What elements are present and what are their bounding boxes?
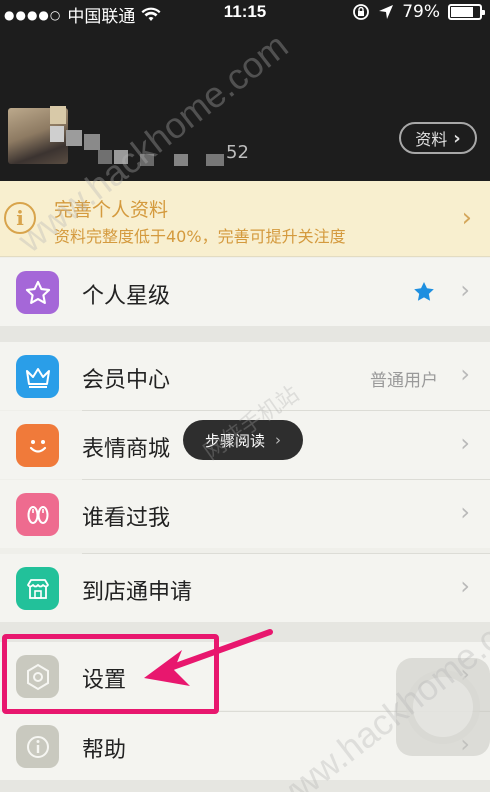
- blue-star-icon: [414, 282, 434, 301]
- profile-details-button[interactable]: 资料 ›: [399, 122, 477, 154]
- chevron-right-icon: ›: [460, 360, 470, 388]
- chevron-right-icon: ›: [460, 276, 470, 304]
- user-id-suffix: 52: [226, 142, 249, 163]
- menu-label: 帮助: [82, 738, 127, 763]
- location-arrow-icon: [379, 5, 394, 19]
- crown-icon: [16, 355, 59, 398]
- notice-subtitle: 资料完整度低于40%，完善可提升关注度: [54, 227, 346, 246]
- footprint-icon: [16, 493, 59, 536]
- notice-title: 完善个人资料: [54, 199, 169, 221]
- assistive-touch-button[interactable]: [396, 658, 490, 756]
- info-circle-icon: [16, 725, 59, 768]
- chevron-right-icon: ›: [460, 498, 470, 526]
- assistive-touch-ring: [413, 677, 473, 737]
- orientation-lock-icon: [353, 4, 370, 20]
- star-icon: [16, 271, 59, 314]
- menu-label: 表情商城: [82, 437, 171, 462]
- battery-percent: 79%: [402, 2, 440, 22]
- chevron-right-icon: ›: [453, 127, 461, 149]
- menu-label: 会员中心: [82, 368, 171, 393]
- profile-header: 52 资料 ›: [0, 26, 490, 181]
- battery-icon: [448, 4, 485, 20]
- menu-item-store-apply[interactable]: 到店通申请 ›: [0, 554, 490, 622]
- chevron-right-icon: ›: [461, 203, 472, 233]
- chevron-right-icon: ›: [460, 429, 470, 457]
- battery-fill: [451, 7, 474, 17]
- status-right: 79%: [352, 2, 485, 22]
- profile-button-label: 资料: [415, 130, 448, 149]
- menu-item-visitors[interactable]: 谁看过我 ›: [0, 480, 490, 548]
- menu-label: 到店通申请: [82, 580, 193, 605]
- section-gap: [0, 780, 490, 792]
- status-bar: ●●●●○ 中国联通 11:15 79%: [0, 0, 490, 27]
- chevron-right-icon: ›: [275, 431, 281, 449]
- menu-item-vip-center[interactable]: 会员中心 普通用户 ›: [0, 342, 490, 410]
- chevron-right-icon: ›: [460, 572, 470, 600]
- menu-label: 谁看过我: [82, 506, 171, 531]
- section-gap: [0, 326, 490, 342]
- menu-label: 个人星级: [82, 284, 171, 309]
- store-icon: [16, 567, 59, 610]
- menu-item-star-level[interactable]: 个人星级 ›: [0, 258, 490, 326]
- info-icon: i: [4, 202, 36, 234]
- membership-status: 普通用户: [370, 371, 438, 391]
- pointer-arrow-icon: [144, 629, 273, 686]
- profile-completion-notice[interactable]: i 完善个人资料 资料完整度低于40%，完善可提升关注度 ›: [0, 181, 490, 257]
- smiley-icon: [16, 424, 59, 467]
